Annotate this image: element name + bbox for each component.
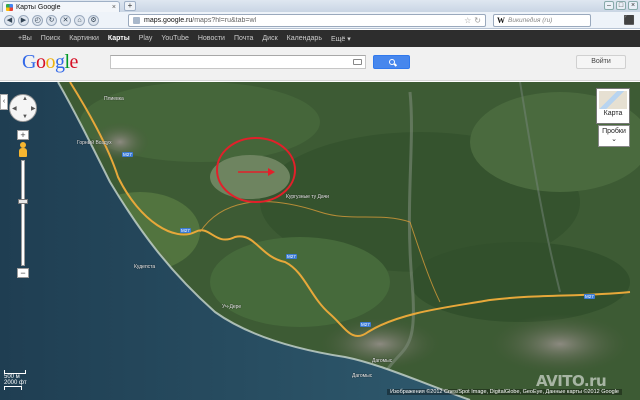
browser-tab-strip: Карты Google × + – □ × <box>0 0 640 12</box>
history-icon[interactable]: ◴ <box>32 14 43 26</box>
place-label: Дагомыс <box>352 373 373 379</box>
site-identity-icon <box>133 17 140 24</box>
close-window-button[interactable]: × <box>628 1 638 10</box>
place-label: Дагомыс <box>372 358 393 364</box>
zoom-out-button[interactable]: − <box>17 268 29 278</box>
gbar-item-play[interactable]: Play <box>139 35 153 42</box>
search-placeholder: Википедия (ru) <box>508 17 553 24</box>
satellite-imagery[interactable] <box>0 82 640 400</box>
scale-bar-imperial <box>4 386 22 390</box>
gbar-item-you[interactable]: +Вы <box>18 35 32 42</box>
home-icon[interactable]: ⌂ <box>74 14 85 26</box>
zoom-slider-track[interactable] <box>18 160 28 266</box>
gbar-item-calendar[interactable]: Календарь <box>287 35 322 42</box>
back-arrow-icon[interactable]: ◀ <box>4 14 15 26</box>
map-type-switcher[interactable]: Карта <box>596 88 630 124</box>
forward-arrow-icon[interactable]: ▶ <box>18 14 29 26</box>
place-label: Горный Воздух <box>77 140 112 146</box>
maximize-button[interactable]: □ <box>616 1 626 10</box>
browser-tab[interactable]: Карты Google × <box>2 1 120 12</box>
search-button[interactable] <box>373 55 410 69</box>
place-label: Плиевка <box>104 96 124 102</box>
tab-close-icon[interactable]: × <box>112 4 116 11</box>
pan-right-icon[interactable]: ▶ <box>31 105 36 112</box>
chevron-down-icon: ⌄ <box>611 136 617 143</box>
search-icon <box>389 59 395 65</box>
address-bar[interactable]: maps.google.ru/maps?hl=ru&tab=wl ☆ ↻ <box>128 14 486 27</box>
google-logo[interactable]: Google <box>22 51 78 74</box>
map-type-label: Карта <box>603 110 623 117</box>
pan-left-icon[interactable]: ◀ <box>12 105 17 112</box>
traffic-label: Пробки <box>602 128 626 135</box>
stop-icon[interactable]: ✕ <box>60 14 71 26</box>
gbar-item-search[interactable]: Поиск <box>41 35 60 42</box>
browser-search-box[interactable]: W Википедия (ru) <box>493 14 591 27</box>
satellite-map[interactable]: Горный Воздух Кудепста Кургузные ту Дачи… <box>0 82 640 400</box>
zoom-slider-thumb[interactable] <box>18 199 28 204</box>
new-tab-button[interactable]: + <box>124 1 136 11</box>
gbar-item-images[interactable]: Картинки <box>69 35 99 42</box>
tab-title: Карты Google <box>16 3 61 11</box>
road-badge: M27 <box>180 228 191 233</box>
settings-icon[interactable]: ⚙ <box>88 14 99 26</box>
gbar-item-maps[interactable]: Карты <box>108 35 130 42</box>
traffic-button[interactable]: Пробки ⌄ <box>598 125 630 147</box>
address-bar-url: maps.google.ru/maps?hl=ru&tab=wl <box>144 17 257 24</box>
avito-watermark: AVITO.ru <box>536 372 607 390</box>
gbar-item-drive[interactable]: Диск <box>262 35 277 42</box>
zoom-control: + − <box>17 130 29 278</box>
place-label: Уч-Дере <box>222 304 242 310</box>
window-controls: – □ × <box>604 1 638 10</box>
sign-in-button[interactable]: Войти <box>576 55 626 69</box>
road-badge: M27 <box>584 294 595 299</box>
maps-search-input[interactable] <box>110 55 366 69</box>
pan-control[interactable]: ▲ ▼ ◀ ▶ <box>9 94 37 122</box>
place-label: Кургузные ту Дачи <box>286 194 329 200</box>
google-bar: +Вы Поиск Картинки Карты Play YouTube Но… <box>0 30 640 47</box>
pan-down-icon[interactable]: ▼ <box>22 114 28 120</box>
bookmark-star-icon[interactable]: ☆ <box>464 16 471 25</box>
gbar-item-mail[interactable]: Почта <box>234 35 253 42</box>
road-badge: M27 <box>360 322 371 327</box>
road-badge: M27 <box>286 254 297 259</box>
pegman-icon[interactable] <box>16 142 30 158</box>
map-type-thumbnail <box>599 91 627 109</box>
gbar-item-youtube[interactable]: YouTube <box>161 35 189 42</box>
reload-small-icon[interactable]: ↻ <box>474 16 481 25</box>
minimize-button[interactable]: – <box>604 1 614 10</box>
extension-icon[interactable]: ⬛ <box>624 15 635 26</box>
google-favicon-icon <box>6 3 13 11</box>
toolbar-extras: ⬛ <box>624 15 635 26</box>
road-badge: M27 <box>122 152 133 157</box>
gbar-item-more[interactable]: Ещё ▾ <box>331 35 351 43</box>
panel-toggle-button[interactable]: ‹ <box>0 94 8 110</box>
wikipedia-icon: W <box>497 16 505 25</box>
gbar-item-news[interactable]: Новости <box>198 35 225 42</box>
maps-header: Google Войти <box>0 47 640 81</box>
zoom-in-button[interactable]: + <box>17 130 29 140</box>
place-label: Кудепста <box>134 264 156 270</box>
scale-imperial-label: 2000 фт <box>4 380 27 386</box>
browser-toolbar: ◀ ▶ ◴ ↻ ✕ ⌂ ⚙ maps.google.ru/maps?hl=ru&… <box>0 12 640 29</box>
keyboard-icon[interactable] <box>353 59 362 65</box>
reload-icon[interactable]: ↻ <box>46 14 57 26</box>
map-scale: 500 м 2000 фт <box>4 370 27 390</box>
pan-up-icon[interactable]: ▲ <box>22 96 28 102</box>
